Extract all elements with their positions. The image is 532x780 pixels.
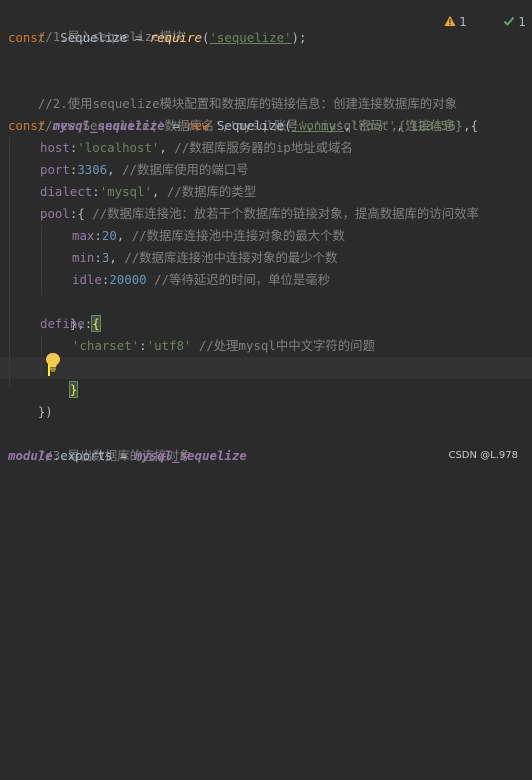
code-line-5: //new Sequelize('数据库名','mysql账号','mysql密… (8, 93, 463, 133)
property: max (72, 228, 95, 243)
function-name: require (149, 30, 202, 45)
number-literal: 20000 (109, 272, 147, 287)
string-literal: 'sequelize' (209, 30, 292, 45)
weak-warnings-count: 1 (518, 15, 526, 29)
paren: ); (291, 30, 307, 45)
code-line-7: host:'localhost', //数据库服务器的ip地址或域名 (40, 137, 353, 159)
colon: : (94, 228, 102, 243)
comment: //数据库服务器的ip地址或域名 (174, 140, 353, 155)
property: port (40, 162, 70, 177)
code-line-9: dialect:'mysql', //数据库的类型 (40, 181, 256, 203)
matched-brace: } (68, 381, 79, 398)
inspections-widget[interactable]: 1 1 (408, 12, 526, 32)
identifier: Sequelize (60, 30, 128, 45)
current-line-highlight (0, 357, 532, 379)
brace: { (77, 206, 93, 221)
code-line-21: module.exports = mysql_sequelize (8, 445, 247, 467)
code-line-10: pool:{ //数据库连接池：放若干个数据库的链接对象，提高数据库的访问效率 (40, 203, 479, 225)
matched-brace: { (91, 315, 101, 332)
variable: mysql_sequelize (52, 118, 165, 133)
code-editor[interactable]: //1.导入sequelize模块 const Sequelize = requ… (0, 0, 532, 470)
comma: , (159, 140, 175, 155)
property: host (40, 140, 70, 155)
comma: , (151, 184, 167, 199)
code-line-8: port:3306, //数据库使用的端口号 (40, 159, 249, 181)
class-name: Sequelize( (216, 118, 292, 133)
keyword: new (187, 118, 210, 133)
property: min (72, 250, 95, 265)
warnings-indicator[interactable]: 1 (414, 1, 467, 44)
comment: //处理mysql中中文字符的问题 (198, 338, 375, 353)
indent-guide (41, 225, 42, 295)
warnings-count: 1 (459, 15, 467, 29)
code-line-12: min:3, //数据库连接池中连接对象的最少个数 (72, 247, 337, 269)
comment: //数据库的类型 (166, 184, 257, 199)
string-literal: 'woniu' (291, 118, 344, 133)
weak-warnings-indicator[interactable]: 1 (473, 1, 526, 44)
code-line-4: //2.使用sequelize模块配置和数据库的链接信息：创建连接数据库的对象 (8, 71, 457, 111)
string-literal: 'mysql' (99, 184, 152, 199)
code-line-6: const mysql_sequelize = new Sequelize('w… (8, 115, 478, 137)
colon: : (92, 184, 100, 199)
variable: mysql_sequelize (134, 448, 247, 463)
string-literal: 'charset' (72, 338, 140, 353)
number-literal: 3306 (77, 162, 108, 177)
brace: ,{ (463, 118, 479, 133)
checkmark-icon (473, 1, 516, 44)
comment: //数据库使用的端口号 (122, 162, 249, 177)
module-identifier: module (8, 448, 53, 463)
brace: }) (37, 404, 53, 419)
code-line-2: const Sequelize = require('sequelize'); (8, 27, 306, 49)
code-line-15: define:{ (40, 313, 101, 335)
operator: = (127, 30, 150, 45)
code-line-14: }, (40, 291, 85, 331)
watermark: CSDN @L.978 (448, 450, 518, 461)
code-line-16: 'charset':'utf8' //处理mysql中中文字符的问题 (72, 335, 375, 357)
indent-guide (9, 137, 10, 387)
property: define (40, 316, 85, 331)
comment: //等待延迟的时间，单位是毫秒 (154, 272, 331, 287)
property: pool (40, 206, 70, 221)
code-line-1: //1.导入sequelize模块 (8, 4, 185, 44)
comment: //数据库连接池中连接对象的最少个数 (124, 250, 338, 265)
comma: , (109, 250, 125, 265)
keyword: const (8, 118, 46, 133)
number-literal: 20 (101, 228, 117, 243)
string-literal: 'localhost' (77, 140, 160, 155)
code-line-11: max:20, //数据库连接池中连接对象的最大个数 (72, 225, 345, 247)
exports-identifier: exports (60, 448, 113, 463)
property: idle (72, 272, 102, 287)
colon: : (139, 338, 147, 353)
string-literal: 'root' (351, 118, 396, 133)
comment: //数据库连接池中连接对象的最大个数 (131, 228, 345, 243)
operator: = (112, 448, 135, 463)
warning-triangle-icon (414, 1, 457, 44)
operator: = (164, 118, 188, 133)
comma: , (107, 162, 123, 177)
comment: //数据库连接池：放若干个数据库的链接对象，提高数据库的访问效率 (92, 206, 479, 221)
comma: , (116, 228, 132, 243)
string-literal: 'utf8' (146, 338, 192, 353)
keyword: const (8, 30, 46, 45)
property: dialect (40, 184, 93, 199)
code-line-13: idle:20000 //等待延迟的时间，单位是毫秒 (72, 269, 330, 291)
colon: : (94, 250, 102, 265)
string-literal: '123456' (403, 118, 464, 133)
code-line-20: //3.导出数据库的连接对象 (8, 423, 192, 463)
lightbulb-icon[interactable] (14, 337, 60, 372)
